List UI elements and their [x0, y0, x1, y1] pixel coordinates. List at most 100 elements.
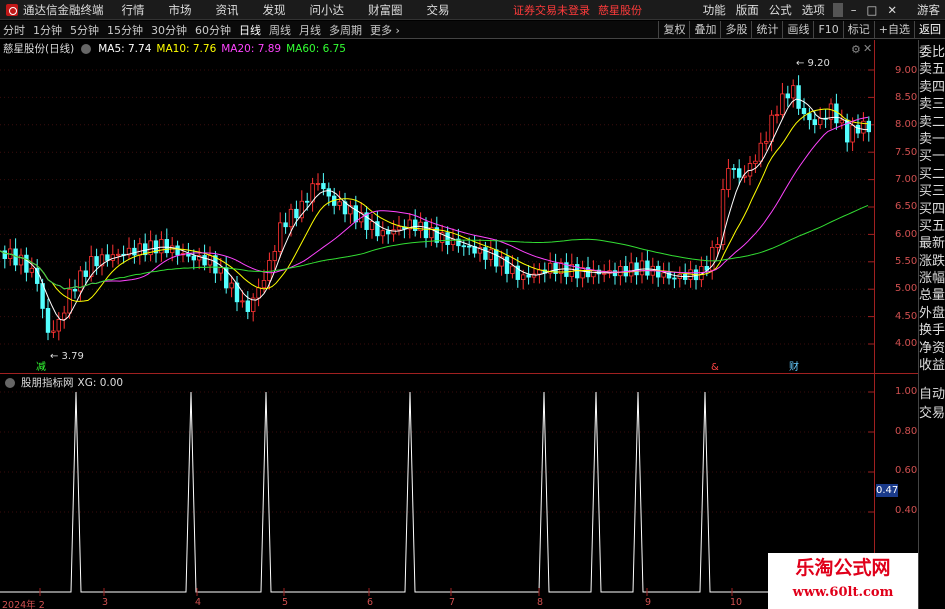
- price-tick: 8.00: [895, 119, 918, 130]
- tool-add-watch[interactable]: +自选: [873, 21, 914, 39]
- candle-body: [110, 254, 115, 261]
- candle-body: [94, 256, 99, 267]
- side-item[interactable]: 买一: [919, 148, 945, 165]
- menu-layout[interactable]: 版面: [731, 2, 764, 18]
- tab-daily[interactable]: 日线: [236, 22, 264, 38]
- user-label[interactable]: 游客: [912, 2, 945, 18]
- side-item[interactable]: 净资: [919, 340, 945, 357]
- tab-monthly[interactable]: 月线: [296, 22, 324, 38]
- app-title: 通达信金融终端: [23, 2, 104, 17]
- tool-overlay[interactable]: 叠加: [689, 21, 720, 39]
- pane-divider: [0, 373, 918, 374]
- indicator-chart[interactable]: [0, 374, 874, 596]
- price-tick: 4.50: [895, 311, 918, 322]
- menu-formula[interactable]: 公式: [764, 2, 797, 18]
- candle-body: [602, 272, 607, 275]
- tool-mark[interactable]: 标记: [842, 21, 874, 39]
- minimize-icon[interactable]: –: [846, 3, 862, 17]
- side-item[interactable]: 外盘: [919, 305, 945, 322]
- ma20-line: [0, 116, 869, 290]
- candle-body: [29, 267, 34, 273]
- tool-draw[interactable]: 画线: [782, 21, 813, 39]
- side-item[interactable]: 卖五: [919, 61, 945, 78]
- side-item[interactable]: 收益: [919, 357, 945, 374]
- tool-multi-stock[interactable]: 多股: [720, 21, 751, 39]
- tab-15min[interactable]: 15分钟: [104, 22, 146, 38]
- candle-body: [261, 280, 267, 289]
- x-tick: 8: [537, 597, 544, 608]
- menu-quotes[interactable]: 行情: [110, 2, 157, 18]
- side-item[interactable]: 涨幅: [919, 270, 945, 287]
- candle-body: [385, 230, 391, 235]
- trade-side-panel: 自动 交易: [919, 385, 945, 423]
- indicator-tick: 0.60: [895, 465, 918, 476]
- auto-trade-button[interactable]: 自动: [919, 385, 945, 404]
- tab-intraday[interactable]: 分时: [0, 22, 28, 38]
- menu-wealth[interactable]: 财富圈: [356, 2, 415, 18]
- settings-dot-icon[interactable]: [81, 43, 92, 54]
- side-item[interactable]: 卖二: [919, 114, 945, 131]
- tab-multi[interactable]: 多周期: [326, 22, 365, 38]
- tool-f10[interactable]: F10: [813, 21, 842, 39]
- side-item[interactable]: 卖四: [919, 79, 945, 96]
- side-item[interactable]: 卖一: [919, 131, 945, 148]
- candle-body: [850, 124, 855, 143]
- menu-news[interactable]: 资讯: [204, 2, 251, 18]
- menu-function[interactable]: 功能: [698, 2, 731, 18]
- candle-body: [639, 260, 645, 276]
- candle-body: [493, 249, 499, 267]
- ma10-line: [0, 108, 869, 302]
- tool-adjust[interactable]: 复权: [658, 21, 689, 39]
- side-item[interactable]: 买二: [919, 166, 945, 183]
- current-value-tag: 0.47: [876, 484, 899, 497]
- tab-weekly[interactable]: 周线: [266, 22, 294, 38]
- tab-5min[interactable]: 5分钟: [67, 22, 102, 38]
- side-item[interactable]: 最新: [919, 235, 945, 252]
- trade-button[interactable]: 交易: [919, 404, 945, 423]
- side-item[interactable]: 涨跌: [919, 253, 945, 270]
- kline-chart[interactable]: ← 9.20 ← 3.79 减 & 财: [0, 40, 874, 373]
- close-icon[interactable]: ✕: [882, 3, 902, 17]
- menu-market[interactable]: 市场: [157, 2, 204, 18]
- candle-body: [380, 230, 385, 237]
- tool-back[interactable]: 返回: [914, 21, 945, 39]
- tab-30min[interactable]: 30分钟: [148, 22, 190, 38]
- indicator-name: 股朋指标网: [21, 377, 74, 389]
- candle-body: [726, 168, 731, 190]
- side-item[interactable]: 买三: [919, 183, 945, 200]
- menu-discover[interactable]: 发现: [251, 2, 298, 18]
- menu-options[interactable]: 选项: [797, 2, 830, 18]
- candle-body: [618, 266, 623, 277]
- side-item[interactable]: 委比: [919, 44, 945, 61]
- tab-1min[interactable]: 1分钟: [30, 22, 65, 38]
- side-item[interactable]: 总量: [919, 287, 945, 304]
- indicator-tick: 0.40: [895, 505, 918, 516]
- toolbar: 复权 叠加 多股 统计 画线 F10 标记 +自选 返回: [658, 21, 945, 39]
- candle-body: [796, 85, 801, 109]
- login-status[interactable]: 证券交易未登录: [513, 2, 590, 18]
- high-price-label: ← 9.20: [796, 58, 830, 69]
- candle-body: [801, 108, 807, 114]
- gear-icon[interactable]: ⚙: [851, 43, 861, 56]
- period-tabbar: 分时 1分钟 5分钟 15分钟 30分钟 60分钟 日线 周线 月线 多周期 更…: [0, 21, 945, 39]
- side-item[interactable]: 买五: [919, 218, 945, 235]
- tab-60min[interactable]: 60分钟: [192, 22, 234, 38]
- candle-body: [715, 244, 720, 248]
- maximize-icon[interactable]: □: [861, 3, 882, 17]
- tool-stats[interactable]: 统计: [751, 21, 782, 39]
- tab-more[interactable]: 更多 ›: [367, 22, 403, 38]
- side-item[interactable]: 买四: [919, 201, 945, 218]
- side-item[interactable]: 换手: [919, 322, 945, 339]
- menu-ask[interactable]: 问小达: [298, 2, 357, 18]
- menu-trade[interactable]: 交易: [415, 2, 462, 18]
- candle-body: [164, 239, 169, 254]
- close-icon[interactable]: ✕: [863, 42, 872, 55]
- settings-dot-icon[interactable]: [5, 377, 15, 388]
- side-item[interactable]: 卖三: [919, 96, 945, 113]
- candle-body: [51, 330, 56, 333]
- candle-body: [412, 219, 418, 232]
- separator: [832, 3, 843, 17]
- ma60-line: [0, 204, 869, 290]
- price-tick: 6.00: [895, 229, 918, 240]
- candle-body: [866, 120, 871, 133]
